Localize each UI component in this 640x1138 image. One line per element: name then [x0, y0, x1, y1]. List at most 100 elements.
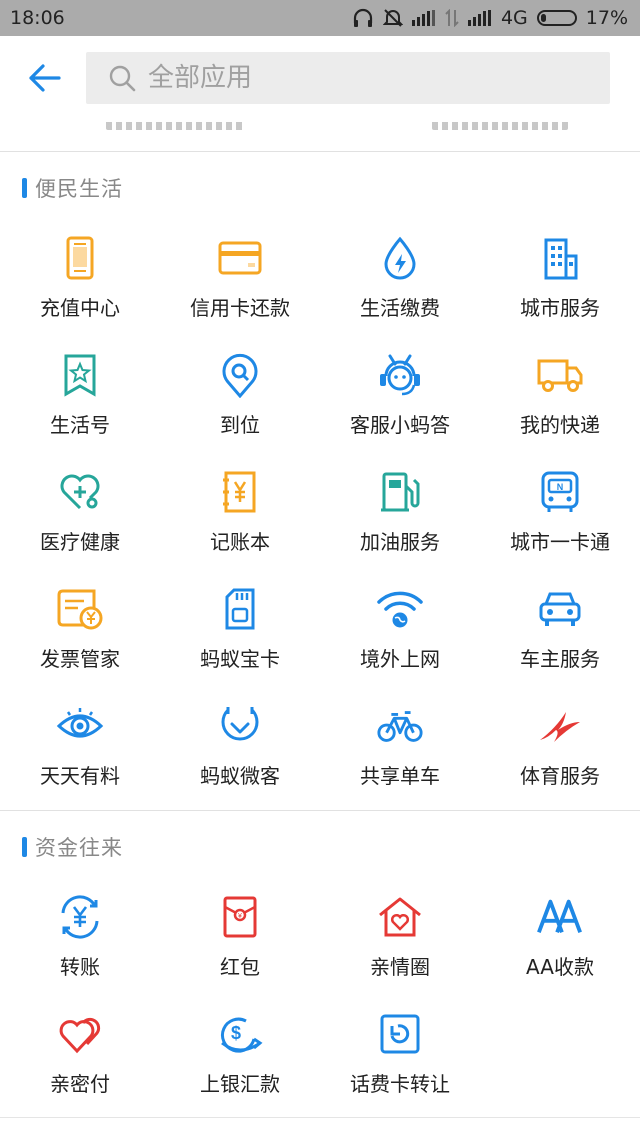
header — [0, 36, 640, 122]
app-label: 天天有料 — [40, 764, 120, 788]
app-label: 体育服务 — [520, 764, 600, 788]
search-input[interactable] — [146, 62, 550, 94]
app-item-transfer[interactable]: 转账 — [0, 879, 160, 996]
sports-swoosh-icon — [536, 702, 584, 750]
bicycle-icon — [376, 702, 424, 750]
eye-icon — [56, 702, 104, 750]
section-title-text: 资金往来 — [35, 836, 123, 860]
app-label: 蚂蚁宝卡 — [200, 647, 280, 671]
section-marker — [22, 178, 27, 198]
app-label: 生活号 — [50, 413, 110, 437]
app-item-express[interactable]: 我的快递 — [480, 337, 640, 454]
app-item-city[interactable]: 城市服务 — [480, 220, 640, 337]
stethoscope-icon — [56, 468, 104, 516]
sim-card-icon — [216, 585, 264, 633]
app-item-customer-service[interactable]: 客服小蚂答 — [320, 337, 480, 454]
signal-icon — [411, 10, 435, 26]
app-item-recharge[interactable]: 充值中心 — [0, 220, 160, 337]
app-item-family-circle[interactable]: 亲情圈 — [320, 879, 480, 996]
app-item-invoice[interactable]: 发票管家 — [0, 571, 160, 688]
app-item-bike[interactable]: 共享单车 — [320, 688, 480, 805]
app-label: 记账本 — [210, 530, 270, 554]
app-item-city-card[interactable]: N 城市一卡通 — [480, 454, 640, 571]
app-item-overseas-internet[interactable]: 境外上网 — [320, 571, 480, 688]
app-label: 红包 — [220, 955, 260, 979]
truck-icon — [536, 351, 584, 399]
section-bianmin: 便民生活 充值中心 信用卡还款 生活缴费 城市服务 生活号 到位 客服小蚂答 我… — [0, 152, 640, 810]
ant-headset-icon — [376, 351, 424, 399]
headphones-icon — [353, 8, 373, 27]
app-item-phone-card-transfer[interactable]: 话费卡转让 — [320, 996, 480, 1113]
credit-card-icon — [216, 234, 264, 282]
app-label: 共享单车 — [360, 764, 440, 788]
cut-off-label — [432, 122, 568, 130]
section-marker — [22, 837, 27, 857]
app-label: 发票管家 — [40, 647, 120, 671]
app-item-ledger[interactable]: 记账本 — [160, 454, 320, 571]
app-label: 充值中心 — [40, 296, 120, 320]
cut-off-label — [106, 122, 244, 130]
app-item-utility[interactable]: 生活缴费 — [320, 220, 480, 337]
app-label: 话费卡转让 — [350, 1072, 450, 1096]
app-item-daowei[interactable]: 到位 — [160, 337, 320, 454]
app-label: AA收款 — [526, 955, 594, 979]
app-item-daily-news[interactable]: 天天有料 — [0, 688, 160, 805]
app-item-intimate-pay[interactable]: 亲密付 — [0, 996, 160, 1113]
app-label: 亲密付 — [50, 1072, 110, 1096]
app-label: 我的快递 — [520, 413, 600, 437]
app-item-credit-card[interactable]: 信用卡还款 — [160, 220, 320, 337]
app-label: 城市服务 — [520, 296, 600, 320]
section-title: 便民生活 — [22, 176, 123, 201]
aa-icon — [536, 893, 584, 941]
section-funds: 资金往来 转账 ¥ 红包 亲情圈 AA收款 亲密付 $ 上银汇款 话费卡转让 — [0, 811, 640, 1117]
water-bolt-icon — [376, 234, 424, 282]
bookmark-star-icon — [56, 351, 104, 399]
battery-icon — [536, 10, 577, 26]
section-title-text: 便民生活 — [35, 177, 123, 201]
building-icon — [536, 234, 584, 282]
cut-off-row — [0, 122, 640, 152]
app-label: 信用卡还款 — [190, 296, 290, 320]
svg-text:$: $ — [231, 1023, 241, 1043]
svg-text:¥: ¥ — [238, 913, 242, 920]
app-label: 上银汇款 — [200, 1072, 280, 1096]
signal-icon-2 — [467, 10, 491, 26]
app-item-aa-collect[interactable]: AA收款 — [480, 879, 640, 996]
app-item-fuel[interactable]: 加油服务 — [320, 454, 480, 571]
app-item-ant-card[interactable]: 蚂蚁宝卡 — [160, 571, 320, 688]
app-label: 客服小蚂答 — [350, 413, 450, 437]
back-button[interactable] — [24, 58, 64, 98]
search-icon — [108, 64, 136, 92]
ledger-yen-icon — [216, 468, 264, 516]
search-box[interactable] — [86, 52, 610, 104]
battery-percent: 17% — [585, 7, 628, 29]
section-title: 资金往来 — [22, 835, 123, 860]
phone-icon — [56, 234, 104, 282]
app-label: 蚂蚁微客 — [200, 764, 280, 788]
bus-icon: N — [536, 468, 584, 516]
app-label: 医疗健康 — [40, 530, 120, 554]
red-envelope-icon: ¥ — [216, 893, 264, 941]
app-item-red-packet[interactable]: ¥ 红包 — [160, 879, 320, 996]
app-item-car-owner[interactable]: 车主服务 — [480, 571, 640, 688]
app-item-ant-weike[interactable]: 蚂蚁微客 — [160, 688, 320, 805]
back-arrow-icon — [29, 64, 61, 92]
app-label: 城市一卡通 — [510, 530, 610, 554]
app-item-health[interactable]: 医疗健康 — [0, 454, 160, 571]
dollar-swoosh-icon: $ — [216, 1010, 264, 1058]
card-refresh-icon — [376, 1010, 424, 1058]
status-bar: 18:06 4G 17% — [0, 0, 640, 36]
app-item-life-account[interactable]: 生活号 — [0, 337, 160, 454]
svg-text:N: N — [557, 482, 564, 492]
app-item-remittance[interactable]: $ 上银汇款 — [160, 996, 320, 1113]
divider — [0, 1117, 640, 1118]
app-label: 生活缴费 — [360, 296, 440, 320]
bell-off-icon — [382, 9, 403, 27]
transfer-yen-icon — [56, 893, 104, 941]
app-label: 境外上网 — [360, 647, 440, 671]
data-arrows-icon — [445, 9, 459, 27]
app-item-sports[interactable]: 体育服务 — [480, 688, 640, 805]
fuel-pump-icon — [376, 468, 424, 516]
app-label: 到位 — [220, 413, 260, 437]
status-time: 18:06 — [10, 7, 65, 29]
